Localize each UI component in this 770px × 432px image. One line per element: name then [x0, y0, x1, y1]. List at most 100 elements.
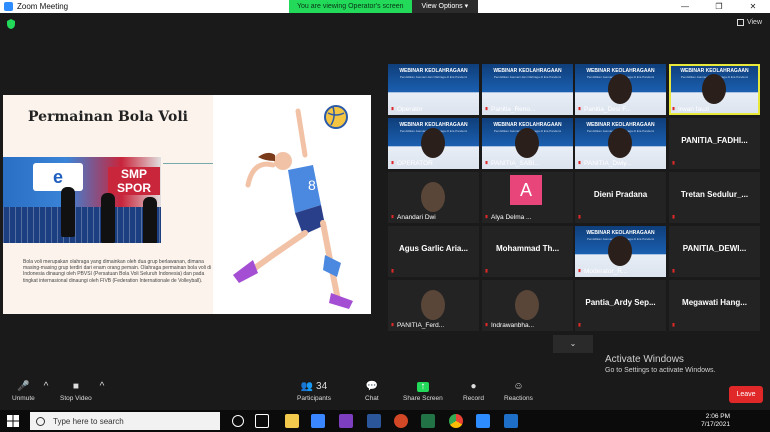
participant-video-face — [608, 128, 632, 158]
taskbar-search-box[interactable]: Type here to search — [30, 412, 220, 430]
participant-tile[interactable]: WEBINAR KEOLAHRAGAAN Pendidikan Jasmani d… — [575, 64, 666, 115]
record-label: Record — [463, 395, 484, 402]
view-options-button[interactable]: View Options ▾ — [411, 0, 479, 13]
search-icon — [36, 416, 45, 426]
chrome-icon[interactable] — [449, 414, 463, 428]
record-button[interactable]: ● Record — [463, 382, 484, 403]
participant-video-face — [608, 74, 632, 104]
participant-tile[interactable]: WEBINAR KEOLAHRAGAAN Pendidikan Jasmani d… — [575, 118, 666, 169]
volleyball-net — [3, 207, 161, 243]
participant-tile[interactable]: WEBINAR KEOLAHRAGAAN Pendidikan Jasmani d… — [482, 118, 573, 169]
participant-video-face — [421, 128, 445, 158]
leave-button[interactable]: Leave — [729, 386, 763, 403]
participant-video-face — [702, 74, 726, 104]
video-options-caret[interactable]: ^ — [96, 382, 108, 395]
unmute-button[interactable]: 🎤 Unmute — [12, 382, 35, 403]
task-view-icon[interactable] — [255, 414, 269, 428]
system-clock[interactable]: 2:06 PM 7/17/2021 — [701, 413, 730, 429]
media-app-icon[interactable] — [339, 414, 353, 428]
participants-button[interactable]: 👥 34 Participants — [297, 382, 331, 403]
chat-button[interactable]: 💬 Chat — [365, 382, 379, 403]
participant-mute-indicator — [390, 269, 395, 275]
participant-tile[interactable]: WEBINAR KEOLAHRAGAAN Pendidikan Jasmani d… — [669, 64, 760, 115]
microphone-muted-icon — [578, 268, 581, 273]
word-icon[interactable] — [367, 414, 381, 428]
photos-icon[interactable] — [504, 414, 518, 428]
participant-tile[interactable]: A Alya Delma ... — [482, 172, 573, 223]
slide-paragraph: Bola voli merupakan olahraga yang dimain… — [23, 259, 212, 284]
cortana-icon[interactable] — [232, 415, 244, 427]
microphone-muted-icon — [485, 214, 488, 219]
participant-tile[interactable]: Megawati Hang... — [669, 280, 760, 331]
excel-icon[interactable] — [421, 414, 435, 428]
clock-date: 7/17/2021 — [701, 421, 730, 428]
share-screen-button[interactable]: ↑ Share Screen — [403, 382, 443, 403]
microphone-muted-icon — [485, 106, 488, 111]
participant-name-large: Mohammad Th... — [495, 244, 560, 253]
participant-tile[interactable]: PANITIA_DEWI... — [669, 226, 760, 277]
participant-name: Irwan fauzi — [678, 106, 710, 113]
stop-video-button[interactable]: ■ Stop Video — [60, 382, 92, 403]
photo-sign: e — [33, 163, 83, 191]
view-label: View — [746, 19, 762, 26]
participant-tile[interactable]: Dieni Pradana — [575, 172, 666, 223]
activate-windows-watermark: Activate Windows Go to Settings to activ… — [605, 354, 716, 374]
share-screen-icon: ↑ — [416, 382, 429, 392]
player-figure — [61, 187, 75, 237]
zoom-taskbar-icon[interactable] — [476, 414, 490, 428]
microphone-muted-icon — [672, 106, 675, 111]
share-screen-label: Share Screen — [403, 395, 443, 402]
minimize-button[interactable]: — — [668, 0, 702, 13]
unmute-options-caret[interactable]: ^ — [40, 382, 52, 395]
screen-share-banner: You are viewing Operator's screen View O… — [289, 0, 479, 13]
participant-name-large: Tretan Sedulur_... — [680, 190, 749, 199]
participant-tile[interactable]: WEBINAR KEOLAHRAGAAN Pendidikan Jasmani d… — [482, 64, 573, 115]
activate-title: Activate Windows — [605, 354, 684, 365]
participant-mute-indicator — [671, 269, 676, 275]
participant-name-label: Panitia_Reno... — [484, 106, 535, 113]
participant-tile[interactable]: Indrawanbha... — [482, 280, 573, 331]
participant-tile[interactable]: Anandari Dwi — [388, 172, 479, 223]
participant-tile[interactable]: WEBINAR KEOLAHRAGAAN Pendidikan Jasmani d… — [388, 118, 479, 169]
participant-tile[interactable]: Pantia_Ardy Sep... — [575, 280, 666, 331]
viewing-notice: You are viewing Operator's screen — [289, 0, 412, 13]
reactions-button[interactable]: ☺ Reactions — [504, 381, 533, 403]
participant-name: Panitia_Reno... — [491, 106, 536, 113]
participant-tile[interactable]: Agus Garlic Aria... — [388, 226, 479, 277]
participant-tile[interactable]: PANITIA_FADHI... — [669, 118, 760, 169]
close-button[interactable]: ✕ — [736, 0, 770, 13]
participant-name-label: PANITIA_Dwiy... — [577, 160, 631, 167]
participant-name: Moderator_R... — [584, 268, 628, 275]
gallery-next-page-button[interactable]: ⌄ — [553, 335, 593, 353]
participant-tile[interactable]: Mohammad Th... — [482, 226, 573, 277]
participant-tile[interactable]: WEBINAR KEOLAHRAGAAN Pendidikan Jasmani d… — [388, 64, 479, 115]
windows-start-icon[interactable] — [7, 415, 19, 427]
powerpoint-icon[interactable] — [394, 414, 408, 428]
participant-mute-indicator — [577, 215, 582, 221]
participant-name: Anandari Dwi — [397, 214, 436, 221]
participant-name-label: PANITIA_Ferd... — [390, 322, 444, 329]
participant-name-large: PANITIA_DEWI... — [682, 244, 747, 253]
participant-name-large: Dieni Pradana — [593, 190, 648, 199]
search-placeholder: Type here to search — [53, 416, 124, 426]
store-icon[interactable] — [311, 414, 325, 428]
chevron-up-icon: ^ — [43, 381, 49, 392]
participant-name-label: Moderator_R... — [577, 268, 627, 275]
participant-tile[interactable]: WEBINAR KEOLAHRAGAAN Pendidikan Jasmani d… — [575, 226, 666, 277]
microphone-muted-icon — [672, 161, 675, 165]
participant-tile[interactable]: PANITIA_Ferd... — [388, 280, 479, 331]
participant-video-face — [421, 182, 445, 212]
participant-video-face — [608, 236, 632, 266]
webinar-banner-subtitle: Pendidikan Jasmani dan Olahraga di Era P… — [399, 75, 468, 79]
file-explorer-icon[interactable] — [285, 414, 299, 428]
maximize-button[interactable]: ❐ — [702, 0, 736, 13]
decorative-line — [163, 163, 213, 164]
microphone-muted-icon — [391, 160, 394, 165]
microphone-muted-icon — [391, 322, 394, 327]
shared-screen-slide: Permainan Bola Voli e SMP SPOR Bola voli… — [3, 95, 371, 314]
participant-tile[interactable]: Tretan Sedulur_... — [669, 172, 760, 223]
microphone-muted-icon — [578, 106, 581, 111]
webinar-banner-subtitle: Pendidikan Jasmani dan Olahraga di Era P… — [493, 75, 562, 79]
view-button[interactable]: View — [736, 19, 762, 26]
reactions-icon: ☺ — [513, 381, 524, 392]
